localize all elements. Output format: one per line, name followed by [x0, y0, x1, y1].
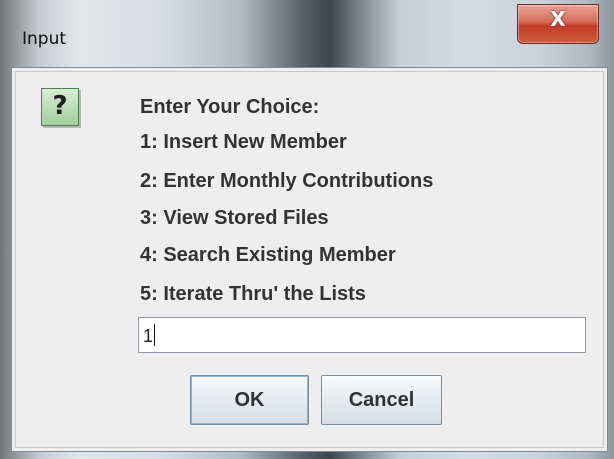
- title-bar[interactable]: Input X: [0, 0, 614, 68]
- text-caret: [154, 324, 156, 346]
- close-icon: X: [550, 7, 566, 31]
- dialog-window: Input X ? Enter Your Choice: 1: Insert N…: [0, 0, 614, 459]
- question-mark-glyph: ?: [52, 91, 68, 121]
- window-title: Input: [22, 29, 67, 49]
- message-option-4: 4: Search Existing Member: [140, 244, 396, 266]
- message-option-2: 2: Enter Monthly Contributions: [140, 170, 434, 192]
- message-option-3: 3: View Stored Files: [140, 207, 329, 229]
- message-prompt: Enter Your Choice:: [140, 96, 320, 118]
- cancel-button[interactable]: Cancel: [321, 375, 442, 425]
- message-option-1: 1: Insert New Member: [140, 131, 347, 153]
- question-icon: ?: [41, 88, 79, 126]
- ok-button[interactable]: OK: [190, 375, 309, 425]
- close-button[interactable]: X: [517, 4, 599, 44]
- choice-input[interactable]: 1: [138, 317, 586, 353]
- choice-input-value: 1: [143, 326, 154, 346]
- message-option-5: 5: Iterate Thru' the Lists: [140, 283, 366, 305]
